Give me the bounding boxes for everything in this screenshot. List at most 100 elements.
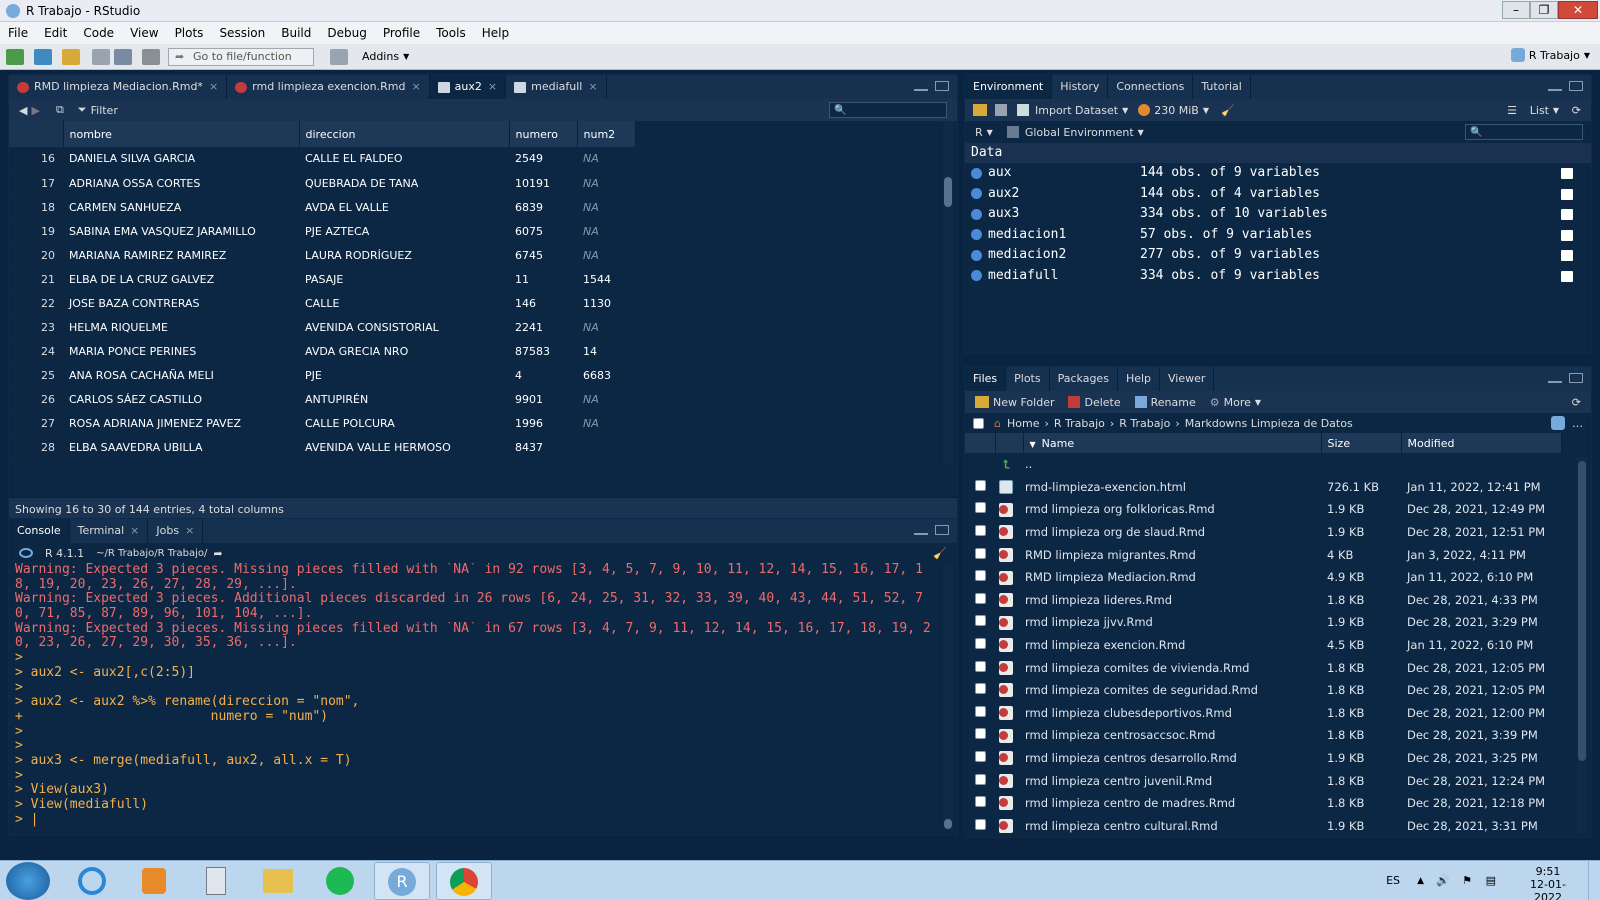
- file-explorer-icon[interactable]: [250, 862, 306, 900]
- console-output[interactable]: Warning: Expected 3 pieces. Missing piec…: [9, 563, 957, 827]
- column-header-rownum[interactable]: [9, 121, 64, 147]
- file-name[interactable]: rmd limpieza org de slaud.Rmd: [1023, 521, 1321, 544]
- menu-edit[interactable]: Edit: [36, 22, 75, 44]
- close-tab-icon[interactable]: ×: [411, 80, 420, 93]
- expand-icon[interactable]: [971, 208, 982, 220]
- file-name[interactable]: rmd limpieza jjvv.Rmd: [1023, 611, 1321, 634]
- expand-icon[interactable]: [971, 167, 982, 179]
- viewer-search-input[interactable]: 🔍: [829, 102, 947, 118]
- tab-viewer[interactable]: Viewer: [1160, 367, 1215, 391]
- file-name[interactable]: rmd limpieza centro juvenil.Rmd: [1023, 769, 1321, 792]
- forward-arrow-icon[interactable]: ▶: [31, 104, 39, 117]
- menu-help[interactable]: Help: [474, 22, 517, 44]
- environment-item[interactable]: mediacion1 57 obs. of 9 variables: [965, 225, 1591, 246]
- chrome-icon[interactable]: [436, 861, 492, 900]
- file-row[interactable]: rmd limpieza centrosaccsoc.Rmd 1.8 KB Dec …: [965, 724, 1561, 747]
- file-name[interactable]: rmd limpieza centros desarrollo.Rmd: [1023, 747, 1321, 770]
- file-row[interactable]: rmd limpieza org de slaud.Rmd 1.9 KB Dec 2…: [965, 521, 1561, 544]
- column-header-direccion[interactable]: direccion: [299, 121, 510, 147]
- minimize-pane-icon[interactable]: [913, 87, 928, 91]
- menu-profile[interactable]: Profile: [375, 22, 428, 44]
- file-row[interactable]: RMD limpieza migrantes.Rmd 4 KB Jan 3, 202…: [965, 543, 1561, 566]
- filter-button[interactable]: Filter: [91, 104, 118, 117]
- maximize-pane-icon[interactable]: [1569, 81, 1583, 91]
- console-tab-terminal[interactable]: Terminal ×: [70, 519, 149, 543]
- file-name[interactable]: rmd-limpieza-exencion.html: [1023, 476, 1321, 499]
- maximize-pane-icon[interactable]: [935, 525, 949, 535]
- save-icon[interactable]: [92, 48, 110, 65]
- tab-plots[interactable]: Plots: [1006, 367, 1050, 391]
- tab-history[interactable]: History: [1052, 75, 1109, 99]
- column-header-nombre[interactable]: nombre: [63, 121, 300, 147]
- column-header-name[interactable]: ▼ Name: [1023, 433, 1322, 453]
- scrollbar-thumb[interactable]: [1578, 461, 1586, 761]
- action-center-icon[interactable]: ⚑: [1462, 874, 1472, 887]
- file-checkbox[interactable]: [975, 705, 986, 717]
- file-name[interactable]: RMD limpieza Mediacion.Rmd: [1023, 566, 1321, 589]
- file-checkbox[interactable]: [975, 683, 986, 695]
- minimize-pane-icon[interactable]: [913, 531, 928, 535]
- column-header-size[interactable]: Size: [1321, 433, 1402, 453]
- files-scrollbar[interactable]: [1577, 457, 1587, 833]
- broom-icon[interactable]: 🧹: [933, 547, 947, 560]
- filter-icon[interactable]: ⏷: [78, 103, 87, 117]
- console-scrollbar[interactable]: [943, 565, 953, 831]
- load-workspace-icon[interactable]: [973, 104, 987, 116]
- menu-debug[interactable]: Debug: [319, 22, 374, 44]
- minimize-pane-icon[interactable]: [1547, 379, 1562, 383]
- save-all-icon[interactable]: [114, 48, 132, 65]
- calculator-icon[interactable]: [188, 862, 244, 900]
- expand-icon[interactable]: [971, 188, 982, 200]
- refresh-icon[interactable]: ⟳: [1572, 396, 1581, 409]
- new-folder-button[interactable]: New Folder: [993, 396, 1054, 409]
- tab-environment[interactable]: Environment: [965, 75, 1053, 99]
- expand-icon[interactable]: [971, 229, 982, 241]
- view-data-icon[interactable]: [1561, 188, 1573, 200]
- parent-directory-row[interactable]: ⮤..: [965, 453, 1561, 476]
- import-dataset-button[interactable]: Import Dataset: [1035, 104, 1118, 117]
- close-tab-icon[interactable]: ×: [588, 80, 597, 93]
- maximize-button[interactable]: ❐: [1530, 1, 1558, 19]
- file-row[interactable]: rmd limpieza comites de seguridad.Rmd 1.8…: [965, 679, 1561, 702]
- menu-session[interactable]: Session: [211, 22, 273, 44]
- addins-menu[interactable]: Addins: [362, 50, 399, 63]
- scrollbar-thumb[interactable]: [944, 177, 952, 207]
- tab-tutorial[interactable]: Tutorial: [1193, 75, 1251, 99]
- new-file-icon[interactable]: [6, 48, 24, 65]
- source-tab[interactable]: aux2 ×: [429, 75, 507, 99]
- start-button[interactable]: [6, 861, 50, 900]
- file-checkbox[interactable]: [975, 796, 986, 808]
- file-row[interactable]: rmd limpieza centro juvenil.Rmd 1.8 KB Dec…: [965, 769, 1561, 792]
- popout-icon[interactable]: ⧉: [56, 103, 64, 117]
- source-tab[interactable]: mediafull ×: [506, 75, 607, 99]
- file-row[interactable]: rmd limpieza org folkloricas.Rmd 1.9 KB De…: [965, 498, 1561, 521]
- expand-icon[interactable]: [971, 270, 982, 282]
- file-row[interactable]: rmd-limpieza-exencion.html 726.1 KB Jan 11…: [965, 476, 1561, 499]
- more-button[interactable]: More: [1224, 396, 1251, 409]
- expand-icon[interactable]: [971, 249, 982, 261]
- broom-icon[interactable]: 🧹: [1221, 104, 1235, 117]
- minimize-button[interactable]: –: [1502, 1, 1530, 19]
- environment-item[interactable]: mediafull 334 obs. of 9 variables: [965, 266, 1591, 287]
- environment-item[interactable]: aux3 334 obs. of 10 variables: [965, 204, 1591, 225]
- rename-button[interactable]: Rename: [1151, 396, 1196, 409]
- file-checkbox[interactable]: [975, 773, 986, 785]
- column-header-numero[interactable]: numero: [509, 121, 578, 147]
- file-row[interactable]: rmd limpieza centro cultural.Rmd 1.9 KB De…: [965, 815, 1561, 838]
- breadcrumb-current[interactable]: Markdowns Limpieza de Datos: [1185, 417, 1353, 430]
- column-header-modified[interactable]: Modified: [1401, 433, 1562, 453]
- tab-help[interactable]: Help: [1118, 367, 1161, 391]
- scope-select[interactable]: Global Environment: [1025, 126, 1134, 139]
- close-tab-icon[interactable]: ×: [130, 524, 139, 537]
- file-checkbox[interactable]: [975, 592, 986, 604]
- file-name[interactable]: RMD limpieza migrantes.Rmd: [1023, 543, 1321, 566]
- maximize-pane-icon[interactable]: [1569, 373, 1583, 383]
- network-icon[interactable]: ▤: [1486, 874, 1496, 887]
- grid-scrollbar[interactable]: [943, 121, 953, 465]
- view-data-icon[interactable]: [1561, 270, 1573, 282]
- file-checkbox[interactable]: [975, 728, 986, 740]
- console-tab-jobs[interactable]: Jobs ×: [148, 519, 204, 543]
- file-row[interactable]: rmd limpieza clubesdeportivos.Rmd 1.8 KB D…: [965, 702, 1561, 725]
- project-menu[interactable]: R Trabajo: [1529, 49, 1580, 62]
- file-checkbox[interactable]: [975, 660, 986, 672]
